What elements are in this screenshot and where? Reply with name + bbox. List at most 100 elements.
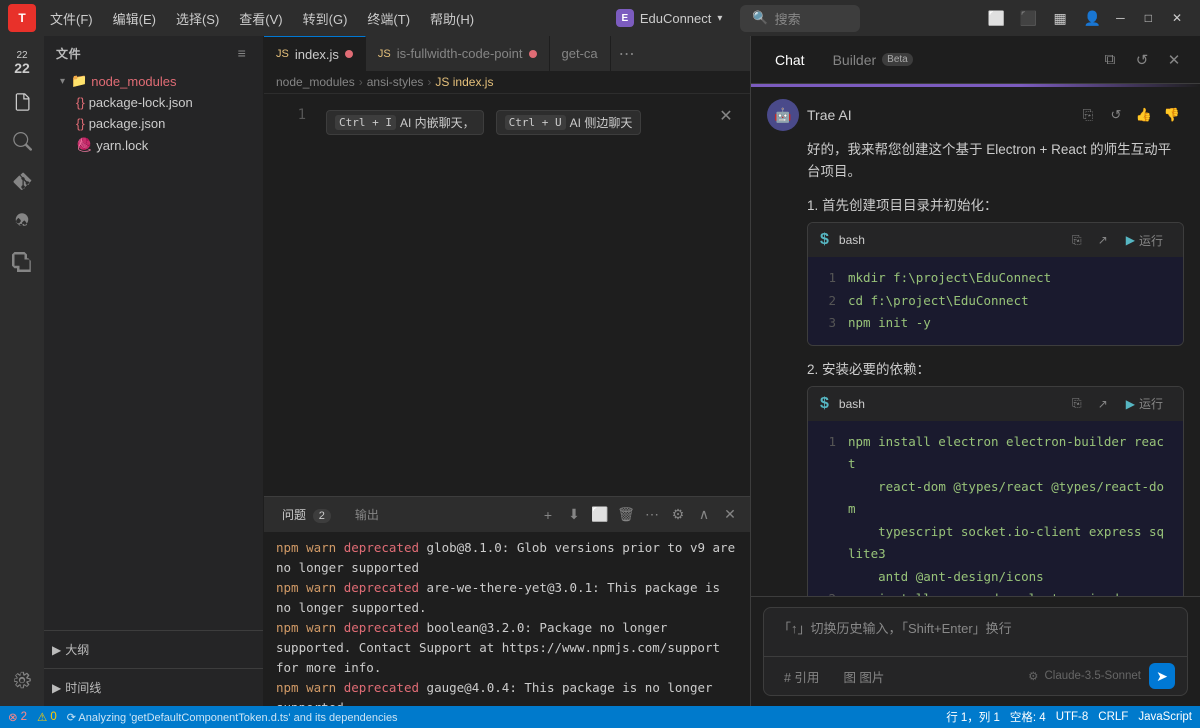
sidebar-item-package-json[interactable]: {} package.json bbox=[44, 113, 263, 134]
activity-search[interactable] bbox=[4, 124, 40, 160]
tab-fullwidth[interactable]: JS is-fullwidth-code-point bbox=[366, 36, 550, 71]
send-button[interactable]: ➤ bbox=[1149, 663, 1175, 689]
terminal-layout-icon[interactable]: ⬜ bbox=[588, 503, 612, 527]
editor-close-button[interactable]: ✕ bbox=[714, 104, 738, 128]
activity-date-badge: 22 22 bbox=[4, 44, 40, 80]
tab-label: index.js bbox=[295, 47, 339, 62]
status-errors[interactable]: ⊗ 2 bbox=[8, 710, 27, 724]
copy-icon[interactable]: ⎘ bbox=[1076, 103, 1100, 127]
model-name-label: Claude-3.5-Sonnet bbox=[1044, 670, 1141, 682]
status-encoding[interactable]: UTF-8 bbox=[1056, 711, 1089, 723]
menu-select[interactable]: 选择(S) bbox=[166, 5, 229, 32]
tab-index-js[interactable]: JS index.js bbox=[264, 36, 366, 71]
code-lang-1: bash bbox=[839, 233, 865, 247]
activity-explorer[interactable] bbox=[4, 84, 40, 120]
side-chat-label: AI 侧边聊天 bbox=[570, 114, 633, 131]
activity-git[interactable] bbox=[4, 164, 40, 200]
chat-input-field[interactable]: 「↑」切换历史输入，「Shift+Enter」换行 bbox=[764, 608, 1187, 656]
beta-badge: Beta bbox=[882, 53, 913, 66]
editor-main[interactable]: Ctrl + I AI 内嵌聊天， Ctrl + U AI 侧边聊天 bbox=[314, 94, 750, 496]
editor-hint-bar: Ctrl + I AI 内嵌聊天， Ctrl + U AI 侧边聊天 bbox=[314, 104, 653, 141]
sidebar-item-yarn-lock[interactable]: 🧶 yarn.lock bbox=[44, 134, 263, 156]
chat-tab-chat[interactable]: Chat bbox=[763, 46, 817, 74]
run-code-button[interactable]: ▶ 运行 bbox=[1118, 229, 1171, 251]
breadcrumb-ansi-styles[interactable]: ansi-styles bbox=[367, 75, 424, 89]
terminal-filter-icon[interactable]: ⚙ bbox=[666, 503, 690, 527]
search-icon: 🔍 bbox=[752, 10, 768, 26]
new-file-icon[interactable]: ≡ bbox=[233, 44, 251, 62]
share-code-icon-2[interactable]: ↗ bbox=[1092, 393, 1114, 415]
app-name-button[interactable]: E EduConnect ▾ bbox=[606, 5, 733, 31]
status-left: ⊗ 2 ⚠ 0 ⟳ Analyzing 'getDefaultComponent… bbox=[8, 710, 398, 724]
editor-area: JS index.js JS is-fullwidth-code-point g… bbox=[264, 36, 750, 706]
status-warnings[interactable]: ⚠ 0 bbox=[37, 710, 57, 724]
terminal-trash-icon[interactable]: 🗑 bbox=[614, 503, 638, 527]
chat-popout-icon[interactable]: ⧉ bbox=[1096, 46, 1124, 74]
menu-edit[interactable]: 编辑(E) bbox=[103, 5, 166, 32]
breadcrumb-file[interactable]: JS index.js bbox=[435, 75, 493, 89]
copy-code-icon[interactable]: ⎘ bbox=[1066, 229, 1088, 251]
menu-view[interactable]: 查看(V) bbox=[229, 5, 292, 32]
share-code-icon[interactable]: ↗ bbox=[1092, 229, 1114, 251]
search-box[interactable]: 🔍 搜索 bbox=[740, 5, 860, 32]
activity-settings[interactable] bbox=[4, 662, 40, 698]
terminal-tab-output[interactable]: 输出 bbox=[345, 502, 389, 527]
menu-goto[interactable]: 转到(G) bbox=[293, 5, 358, 32]
code-line-1: 1 mkdir f:\project\EduConnect bbox=[822, 267, 1169, 290]
tab-get-ca[interactable]: get-ca bbox=[550, 36, 611, 71]
send-icon: ➤ bbox=[1156, 668, 1168, 685]
sidebar-item-node-modules[interactable]: ▾ 📁 node_modules bbox=[44, 70, 263, 92]
titlebar-actions: ⬜ ⬛ ▦ 👤 bbox=[982, 4, 1106, 32]
side-chat-hint[interactable]: Ctrl + U AI 侧边聊天 bbox=[496, 110, 642, 135]
layout3-icon[interactable]: ▦ bbox=[1046, 4, 1074, 32]
menu-terminal[interactable]: 终端(T) bbox=[357, 5, 420, 32]
tab-more-button[interactable]: ⋯ bbox=[611, 36, 643, 71]
maximize-button[interactable]: □ bbox=[1135, 0, 1162, 36]
layout-icon[interactable]: ⬜ bbox=[982, 4, 1010, 32]
terminal-more-icon[interactable]: ⋯ bbox=[640, 503, 664, 527]
breadcrumb-node-modules[interactable]: node_modules bbox=[276, 75, 355, 89]
status-spaces[interactable]: 空格: 4 bbox=[1010, 709, 1046, 725]
chevron-right-icon: ▶ bbox=[52, 681, 61, 695]
sidebar-timeline-header[interactable]: ▶ 时间线 bbox=[44, 675, 263, 700]
refresh-icon[interactable]: ↺ bbox=[1104, 103, 1128, 127]
menu-help[interactable]: 帮助(H) bbox=[420, 5, 484, 32]
thumbs-down-icon[interactable]: 👎 bbox=[1160, 103, 1184, 127]
terminal-collapse-icon[interactable]: ∧ bbox=[692, 503, 716, 527]
close-button[interactable]: ✕ bbox=[1162, 0, 1192, 36]
terminal-content[interactable]: npm warn deprecated glob@8.1.0: Glob ver… bbox=[264, 532, 750, 706]
chat-tab-builder[interactable]: Builder Beta bbox=[821, 46, 925, 74]
status-row-col[interactable]: 行 1，列 1 bbox=[946, 709, 1000, 725]
terminal-tab-problems[interactable]: 问题 2 bbox=[272, 502, 341, 527]
thumbs-up-icon[interactable]: 👍 bbox=[1132, 103, 1156, 127]
code-block-1: $ bash ⎘ ↗ ▶ 运行 1 bbox=[807, 222, 1184, 346]
image-button[interactable]: 图 图片 bbox=[835, 664, 892, 689]
status-line-ending[interactable]: CRLF bbox=[1098, 711, 1128, 723]
sidebar-title: 文件 bbox=[56, 45, 81, 62]
add-terminal-icon[interactable]: + bbox=[536, 503, 560, 527]
builder-tab-label: Builder bbox=[833, 52, 877, 68]
terminal-close-icon[interactable]: ✕ bbox=[718, 503, 742, 527]
chat-body[interactable]: 🤖 Trae AI ⎘ ↺ 👍 👎 好的，我来帮您创建这个基于 Electron… bbox=[751, 87, 1200, 596]
sidebar-outline-header[interactable]: ▶ 大纲 bbox=[44, 637, 263, 662]
chat-close-icon[interactable]: ✕ bbox=[1160, 46, 1188, 74]
inline-chat-hint[interactable]: Ctrl + I AI 内嵌聊天， bbox=[326, 110, 484, 135]
chat-input-footer: # 引用 图 图片 ⚙ Claude-3.5-Sonnet ➤ bbox=[764, 656, 1187, 695]
menu-file[interactable]: 文件(F) bbox=[40, 5, 103, 32]
app-name-label: EduConnect bbox=[640, 11, 712, 26]
chat-history-icon[interactable]: ↺ bbox=[1128, 46, 1156, 74]
layout2-icon[interactable]: ⬛ bbox=[1014, 4, 1042, 32]
run-code-button-2[interactable]: ▶ 运行 bbox=[1118, 393, 1171, 415]
problems-count-badge: 2 bbox=[313, 509, 331, 523]
activity-extensions[interactable] bbox=[4, 244, 40, 280]
sidebar-item-package-lock[interactable]: {} package-lock.json bbox=[44, 92, 263, 113]
copy-code-icon-2[interactable]: ⎘ bbox=[1066, 393, 1088, 415]
minimize-button[interactable]: ─ bbox=[1106, 0, 1135, 36]
reference-button[interactable]: # 引用 bbox=[776, 664, 827, 689]
activity-debug[interactable] bbox=[4, 204, 40, 240]
status-language[interactable]: JavaScript bbox=[1138, 711, 1192, 723]
account-icon[interactable]: 👤 bbox=[1078, 4, 1106, 32]
chat-input-area: 「↑」切换历史输入，「Shift+Enter」换行 # 引用 图 图片 ⚙ Cl… bbox=[751, 596, 1200, 706]
yarn-icon: 🧶 bbox=[76, 137, 92, 153]
terminal-split-icon[interactable]: ⬇ bbox=[562, 503, 586, 527]
